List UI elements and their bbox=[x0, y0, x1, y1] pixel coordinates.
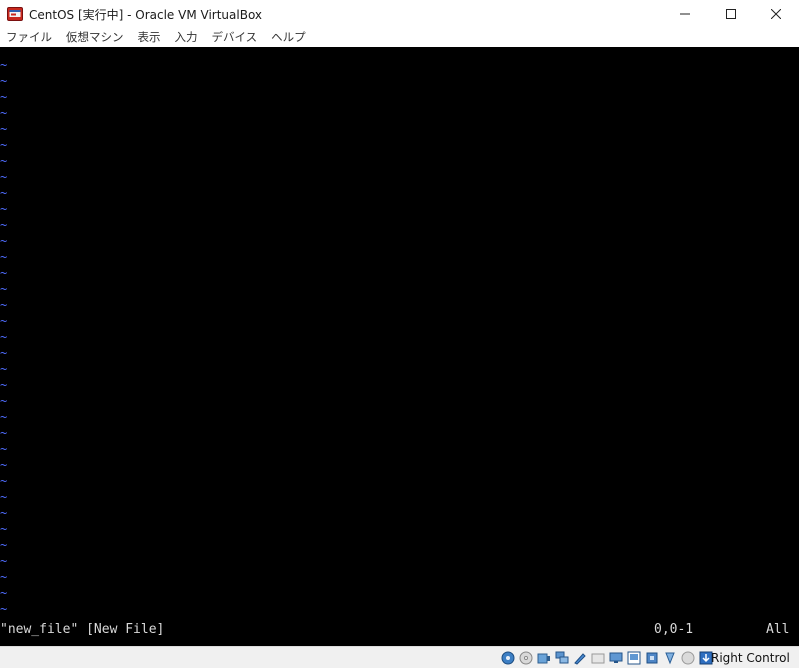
close-icon bbox=[771, 9, 781, 19]
vim-file-status: "new_file" [New File] bbox=[0, 622, 165, 637]
window-title: CentOS [実行中] - Oracle VM VirtualBox bbox=[29, 8, 263, 22]
video-capture-icon[interactable] bbox=[626, 650, 642, 666]
menu-devices[interactable]: デバイス bbox=[206, 28, 266, 47]
minimize-button[interactable] bbox=[662, 0, 708, 28]
title-bar[interactable]: CentOS [実行中] - Oracle VM VirtualBox bbox=[0, 0, 799, 28]
vim-tilde-line: ~ bbox=[0, 218, 8, 232]
recording-icon[interactable] bbox=[680, 650, 696, 666]
vim-tilde-line: ~ bbox=[0, 138, 8, 152]
audio-icon[interactable] bbox=[536, 650, 552, 666]
vim-tilde-line: ~ bbox=[0, 122, 8, 136]
hard-disk-icon[interactable] bbox=[500, 650, 516, 666]
menu-machine[interactable]: 仮想マシン bbox=[60, 28, 132, 47]
vim-tilde-line: ~ bbox=[0, 330, 8, 344]
menu-help[interactable]: ヘルプ bbox=[265, 28, 314, 47]
maximize-icon bbox=[726, 9, 736, 19]
menu-view[interactable]: 表示 bbox=[132, 28, 169, 47]
mouse-integration-icon[interactable] bbox=[662, 650, 678, 666]
vim-tilde-line: ~ bbox=[0, 538, 8, 552]
vim-cursor-position: 0,0-1 bbox=[654, 622, 694, 637]
vim-tilde-line: ~ bbox=[0, 602, 8, 616]
vim-tilde-line: ~ bbox=[0, 442, 8, 456]
menu-input[interactable]: 入力 bbox=[169, 28, 206, 47]
vim-tilde-line: ~ bbox=[0, 186, 8, 200]
vim-empty-lines: ~ ~ ~ ~ ~ ~ ~ ~ ~ ~ ~ ~ ~ ~ ~ ~ ~ ~ ~ ~ ~ ~ ~ ~ ~ ~ ~ ~ ~ ~ ~ ~ ~ ~ ~ bbox=[0, 57, 7, 617]
usb-icon[interactable] bbox=[572, 650, 588, 666]
vim-tilde-line: ~ bbox=[0, 154, 8, 168]
vim-tilde-line: ~ bbox=[0, 490, 8, 504]
vim-tilde-line: ~ bbox=[0, 426, 8, 440]
vim-tilde-line: ~ bbox=[0, 586, 8, 600]
device-indicators bbox=[500, 650, 714, 666]
virtualbox-app-icon bbox=[7, 7, 23, 21]
vim-tilde-line: ~ bbox=[0, 234, 8, 248]
vim-scroll-position: All bbox=[766, 622, 790, 637]
vim-tilde-line: ~ bbox=[0, 458, 8, 472]
vim-tilde-line: ~ bbox=[0, 298, 8, 312]
network-icon[interactable] bbox=[554, 650, 570, 666]
vim-tilde-line: ~ bbox=[0, 410, 8, 424]
menu-file[interactable]: ファイル bbox=[0, 28, 60, 47]
minimize-icon bbox=[680, 13, 690, 15]
close-button[interactable] bbox=[753, 0, 799, 28]
vim-status-line: "new_file" [New File] 0,0-1 All bbox=[0, 621, 799, 639]
vim-tilde-line: ~ bbox=[0, 106, 8, 120]
vim-tilde-line: ~ bbox=[0, 522, 8, 536]
vim-tilde-line: ~ bbox=[0, 554, 8, 568]
vm-screen[interactable]: ~ ~ ~ ~ ~ ~ ~ ~ ~ ~ ~ ~ ~ ~ ~ ~ ~ ~ ~ ~ ~ ~ ~ ~ ~ ~ ~ ~ ~ ~ ~ ~ ~ ~ ~ "new… bbox=[0, 47, 799, 646]
vim-tilde-line: ~ bbox=[0, 506, 8, 520]
maximize-button[interactable] bbox=[708, 0, 754, 28]
virtualbox-window: CentOS [実行中] - Oracle VM VirtualBox ファイル… bbox=[0, 0, 799, 668]
vim-tilde-line: ~ bbox=[0, 250, 8, 264]
vim-tilde-line: ~ bbox=[0, 570, 8, 584]
vim-tilde-line: ~ bbox=[0, 314, 8, 328]
vim-tilde-line: ~ bbox=[0, 474, 8, 488]
menu-bar: ファイル 仮想マシン 表示 入力 デバイス ヘルプ bbox=[0, 28, 799, 47]
vm-status-bar: Right Control bbox=[0, 646, 799, 668]
vim-tilde-line: ~ bbox=[0, 346, 8, 360]
cpu-icon[interactable] bbox=[644, 650, 660, 666]
vim-tilde-line: ~ bbox=[0, 74, 8, 88]
vim-tilde-line: ~ bbox=[0, 170, 8, 184]
display-icon[interactable] bbox=[608, 650, 624, 666]
host-key-label: Right Control bbox=[711, 651, 790, 665]
vim-tilde-line: ~ bbox=[0, 266, 8, 280]
optical-drive-icon[interactable] bbox=[518, 650, 534, 666]
vim-tilde-line: ~ bbox=[0, 58, 8, 72]
vim-tilde-line: ~ bbox=[0, 282, 8, 296]
vim-tilde-line: ~ bbox=[0, 362, 8, 376]
vim-tilde-line: ~ bbox=[0, 90, 8, 104]
shared-folders-icon[interactable] bbox=[590, 650, 606, 666]
vim-tilde-line: ~ bbox=[0, 378, 8, 392]
vim-tilde-line: ~ bbox=[0, 394, 8, 408]
vim-tilde-line: ~ bbox=[0, 202, 8, 216]
